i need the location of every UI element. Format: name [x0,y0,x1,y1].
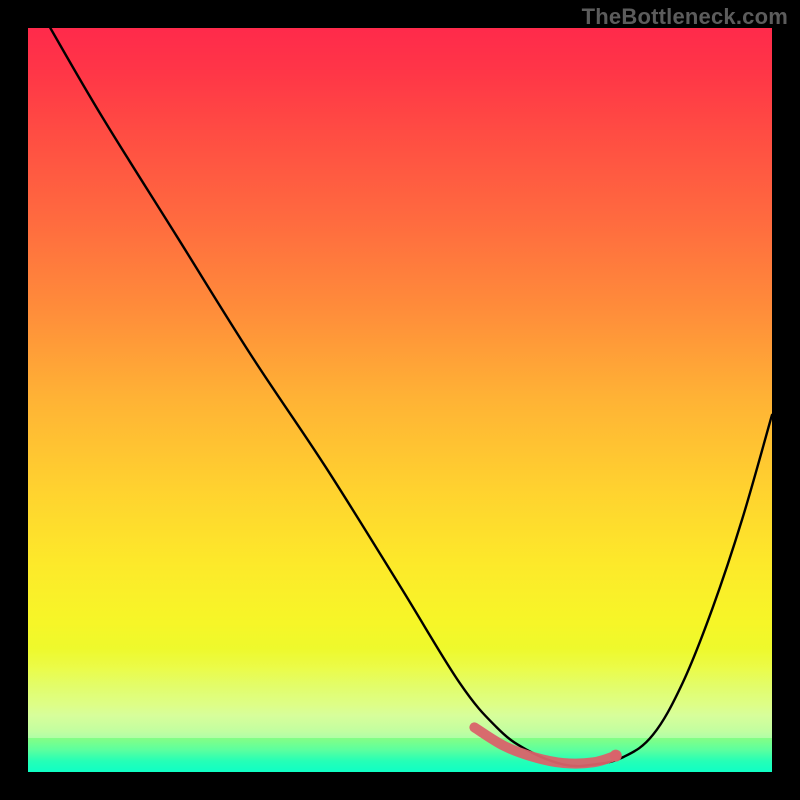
optimal-range-highlight [28,28,772,772]
plot-area [28,28,772,772]
chart-frame: TheBottleneck.com [0,0,800,800]
highlight-end-marker [610,750,622,762]
watermark-text: TheBottleneck.com [582,4,788,30]
